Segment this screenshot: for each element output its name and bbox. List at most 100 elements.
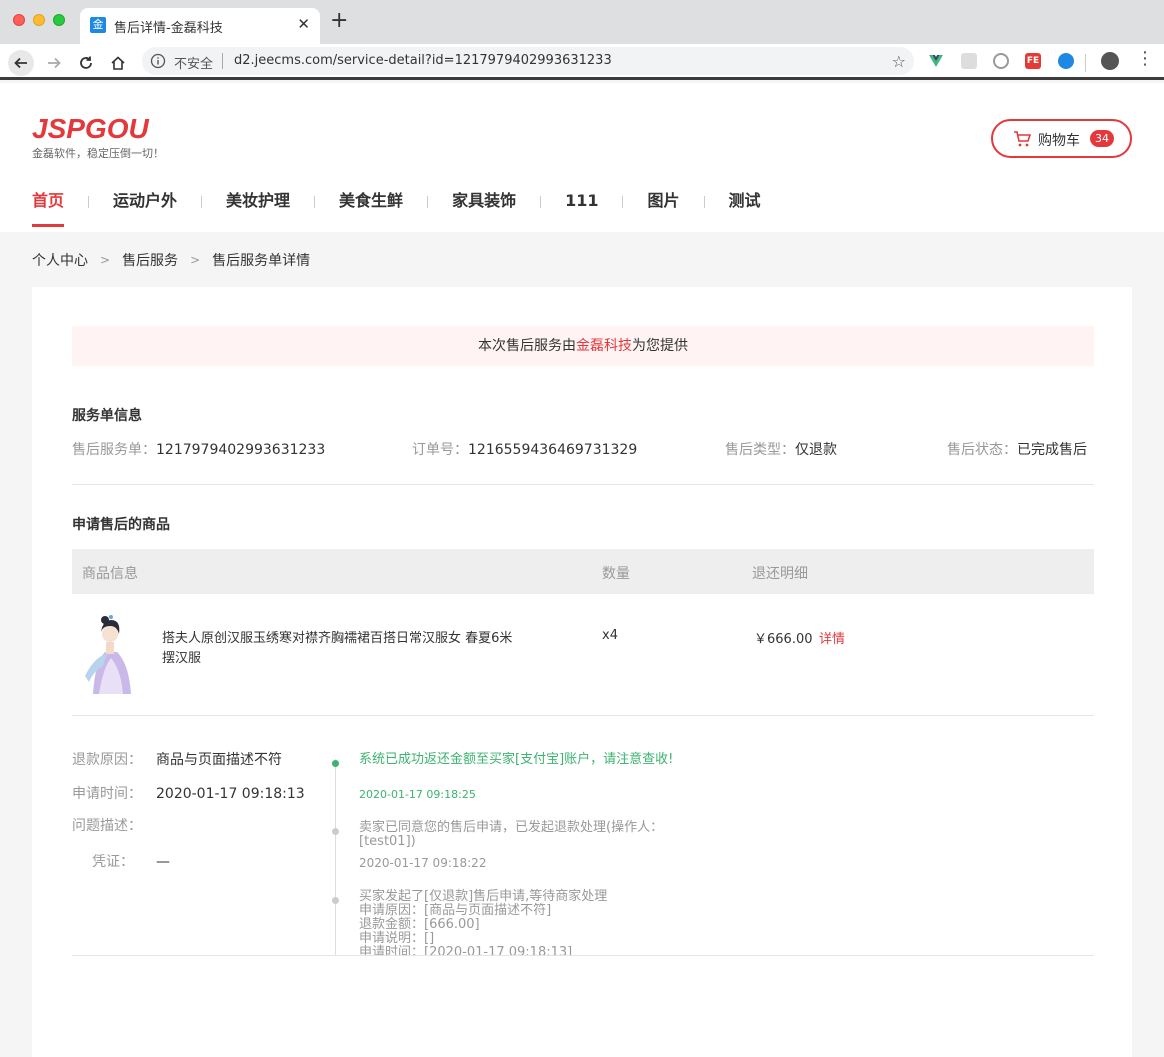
nav-separator — [201, 196, 203, 208]
nav-item-furniture[interactable]: 家具装饰 — [452, 191, 516, 227]
info-icon[interactable] — [150, 53, 166, 69]
home-button[interactable] — [105, 50, 131, 76]
chevron-right-icon: > — [190, 253, 201, 267]
bookmark-star-icon[interactable]: ☆ — [892, 52, 906, 71]
service-status-label: 售后状态： — [947, 442, 1017, 458]
refund-reason-row: 退款原因： 商品与页面描述不符 — [72, 749, 282, 769]
timeline-dot — [332, 897, 339, 904]
detail-link[interactable]: 详情 — [819, 628, 845, 647]
notice-prefix: 本次售后服务由 — [478, 338, 576, 354]
nav-item-111[interactable]: 111 — [565, 191, 598, 227]
timeline-text: 买家发起了[仅退款]售后申请,等待商家处理 申请原因：[商品与页面描述不符] 退… — [359, 889, 608, 956]
table-row: 搭夫人原创汉服玉绣寒对襟齐胸襦裙百搭日常汉服女 春夏6米摆汉服 x4 ￥666.… — [72, 594, 1094, 715]
order-no-label: 订单号： — [412, 442, 468, 458]
nav-item-beauty[interactable]: 美妆护理 — [226, 191, 290, 227]
problem-desc-label: 问题描述： — [72, 818, 142, 834]
browser-tab[interactable]: 金 售后详情-金磊科技 ✕ — [80, 8, 320, 44]
divider — [72, 484, 1094, 485]
site-header: JSPGOU 金磊软件，稳定压倒一切！ 购物车 34 首页 运动户外 美妆护理 … — [0, 83, 1164, 232]
nav-separator — [622, 196, 624, 208]
new-tab-button[interactable]: + — [330, 10, 348, 32]
arrow-left-icon — [14, 57, 27, 69]
browser-tab-bar: 金 售后详情-金磊科技 ✕ + — [0, 0, 1164, 44]
service-no-label: 售后服务单： — [72, 442, 156, 458]
proof-value: — — [156, 854, 170, 870]
breadcrumb-after-sales[interactable]: 售后服务 — [122, 250, 178, 270]
service-status-value: 已完成售后 — [1017, 442, 1087, 458]
profile-avatar-icon[interactable] — [1101, 52, 1119, 70]
back-button[interactable] — [8, 50, 34, 76]
tab-title: 售后详情-金磊科技 — [114, 21, 223, 36]
order-no-item: 订单号：1216559436469731329 — [412, 439, 637, 459]
timeline-text: 卖家已同意您的售后申请，已发起退款处理(操作人：[test01]) — [359, 820, 664, 849]
header-goods-info: 商品信息 — [82, 566, 138, 582]
nav-item-images[interactable]: 图片 — [647, 191, 679, 227]
browser-toolbar: 不安全 d2.jeecms.com/service-detail?id=1217… — [0, 44, 1164, 80]
nav-item-outdoor[interactable]: 运动户外 — [113, 191, 177, 227]
goods-table: 商品信息 数量 退还明细 搭夫人原创汉服玉绣寒对襟齐胸襦裙百搭日常汉服女 春夏6… — [72, 549, 1094, 715]
timeline-time: 2020-01-17 09:18:25 — [359, 788, 476, 801]
toolbar-divider — [1085, 54, 1086, 72]
nav-separator — [88, 196, 90, 208]
favicon-icon: 金 — [90, 17, 106, 33]
timeline-time: 2020-01-17 09:18:22 — [359, 856, 487, 870]
globe-extension-icon[interactable] — [1058, 53, 1074, 69]
breadcrumb-personal-center[interactable]: 个人中心 — [32, 250, 88, 270]
notice-seller[interactable]: 金磊科技 — [576, 338, 632, 354]
problem-desc-row: 问题描述： — [72, 815, 156, 835]
breadcrumb: 个人中心 > 售后服务 > 售后服务单详情 — [32, 250, 310, 270]
address-divider — [222, 53, 223, 69]
nav-separator — [540, 196, 542, 208]
more-menu-icon[interactable]: ⋮ — [1136, 50, 1154, 68]
header-quantity: 数量 — [602, 566, 630, 582]
apply-time-value: 2020-01-17 09:18:13 — [156, 786, 305, 802]
cart-button[interactable]: 购物车 34 — [991, 119, 1132, 158]
product-image[interactable] — [81, 612, 139, 694]
product-name[interactable]: 搭夫人原创汉服玉绣寒对襟齐胸襦裙百搭日常汉服女 春夏6米摆汉服 — [162, 629, 522, 669]
vue-devtools-icon[interactable] — [928, 53, 944, 69]
notice-suffix: 为您提供 — [632, 338, 688, 354]
service-info-row: 售后服务单：1217979402993631233 订单号：1216559436… — [72, 439, 1094, 459]
extension-grid-icon[interactable] — [961, 53, 977, 69]
service-status-item: 售后状态：已完成售后 — [947, 439, 1087, 459]
nav-item-home[interactable]: 首页 — [32, 191, 65, 227]
address-bar[interactable]: 不安全 d2.jeecms.com/service-detail?id=1217… — [142, 47, 914, 75]
provider-notice: 本次售后服务由金磊科技为您提供 — [72, 326, 1094, 366]
window-zoom-button[interactable] — [53, 14, 65, 26]
refund-reason-label: 退款原因： — [72, 752, 142, 768]
apply-time-row: 申请时间： 2020-01-17 09:18:13 — [72, 783, 305, 803]
header-refund-detail: 退还明细 — [752, 566, 808, 582]
extension-target-icon[interactable] — [993, 53, 1009, 69]
goods-section-title: 申请售后的商品 — [72, 517, 170, 533]
refund-reason-value: 商品与页面描述不符 — [156, 752, 282, 768]
divider — [72, 955, 1094, 956]
nav-separator — [427, 196, 429, 208]
service-detail-card: 本次售后服务由金磊科技为您提供 服务单信息 售后服务单：121797940299… — [32, 287, 1132, 1057]
home-icon — [111, 56, 125, 70]
service-no-value: 1217979402993631233 — [156, 442, 326, 458]
nav-separator — [703, 196, 705, 208]
fe-helper-icon[interactable]: FE — [1025, 53, 1041, 69]
window-minimize-button[interactable] — [33, 14, 45, 26]
nav-separator — [314, 196, 316, 208]
tab-close-icon[interactable]: ✕ — [297, 15, 310, 33]
window-close-button[interactable] — [13, 14, 25, 26]
site-slogan: 金磊软件，稳定压倒一切！ — [32, 147, 164, 160]
timeline-line — [335, 759, 336, 955]
site-logo[interactable]: JSPGOU — [32, 113, 149, 145]
arrow-right-icon — [48, 57, 61, 69]
timeline-dot — [332, 760, 339, 767]
nav-item-food[interactable]: 美食生鲜 — [339, 191, 403, 227]
divider — [72, 715, 1094, 716]
reload-button[interactable] — [73, 50, 99, 76]
service-type-item: 售后类型：仅退款 — [725, 439, 837, 459]
security-label: 不安全 — [174, 57, 214, 72]
url-text[interactable]: d2.jeecms.com/service-detail?id=12179794… — [234, 53, 612, 68]
apply-time-label: 申请时间： — [72, 786, 142, 802]
refund-amount: ￥666.00 — [754, 632, 813, 647]
nav-item-test[interactable]: 测试 — [729, 191, 761, 227]
refund-timeline: 系统已成功返还金额至买家[支付宝]账户，请注意查收! 2020-01-17 09… — [330, 749, 710, 955]
main-navigation: 首页 运动户外 美妆护理 美食生鲜 家具装饰 111 图片 测试 — [32, 191, 761, 227]
service-info-title: 服务单信息 — [72, 408, 142, 424]
forward-button[interactable] — [41, 50, 67, 76]
